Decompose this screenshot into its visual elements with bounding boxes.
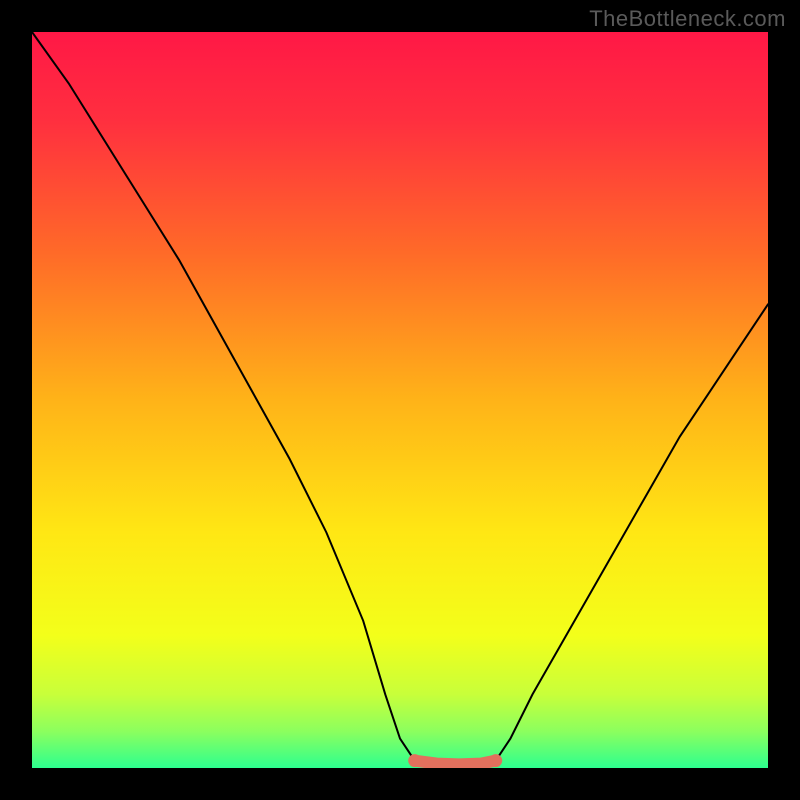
plot-area [32,32,768,768]
highlight-cap [489,754,502,767]
chart-frame: TheBottleneck.com [0,0,800,800]
chart-svg [32,32,768,768]
gradient-background [32,32,768,768]
highlight-band [415,761,496,765]
highlight-cap [408,754,421,767]
watermark-text: TheBottleneck.com [589,6,786,32]
